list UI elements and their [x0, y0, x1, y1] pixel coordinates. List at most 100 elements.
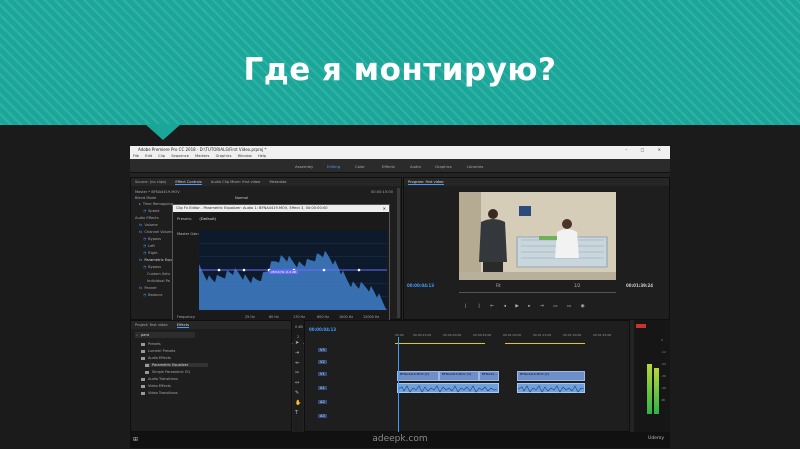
step-forward-icon[interactable]: ▸ [528, 304, 534, 309]
menu-help[interactable]: Help [258, 154, 266, 158]
mark-out-icon[interactable]: ❘ [477, 304, 485, 309]
overwrite-icon[interactable]: ▭ [567, 304, 575, 309]
hand-tool-icon[interactable]: ✋ [295, 400, 301, 406]
eq-band1-freq[interactable]: 25 Hz [245, 315, 255, 319]
tab-audio-clip-mixer[interactable]: Audio Clip Mixer: first video [211, 180, 260, 184]
eq-band3-freq[interactable]: 170 Hz [293, 315, 305, 319]
razor-tool-icon[interactable]: ✂ [295, 370, 299, 376]
effects-search-input[interactable]: ⌕ para [135, 332, 195, 338]
track-header-v2[interactable]: V2 [309, 357, 393, 369]
fx-row-parametric-eq[interactable]: fx Parametric Equ [139, 258, 172, 262]
workspace-audio[interactable]: Audio [410, 164, 421, 169]
eq-band3-gain[interactable]: 0 dB [295, 325, 303, 329]
timeline-ruler[interactable]: 00:00 00:00:15:00 00:00:30:00 00:00:45:0… [395, 333, 631, 339]
timeline-timecode[interactable]: 00:00:04:13 [309, 327, 336, 332]
audio-clip[interactable] [517, 383, 585, 393]
effects-item-video-transitions[interactable]: Video Transitions [141, 391, 178, 395]
meter-scale: 0 -12 -24 -36 -48 dB [661, 334, 666, 406]
program-scrub-bar[interactable] [459, 292, 616, 293]
ruler-tick: 00:00 [395, 333, 404, 337]
effects-item-parametric-equalizer[interactable]: Parametric Equalizer [145, 363, 209, 367]
insert-icon[interactable]: ▭ [553, 304, 561, 309]
type-tool-icon[interactable]: T [295, 410, 298, 416]
export-frame-icon[interactable]: ◉ [581, 304, 589, 309]
tab-effect-controls[interactable]: Effect Controls [175, 180, 202, 185]
fx-row-panner[interactable]: fx Panner [139, 286, 157, 290]
selection-tool-icon[interactable]: ➤ [295, 340, 299, 346]
video-clip[interactable]: BFNA4419.MOV [V] [517, 371, 585, 381]
fx-row-time-remapping[interactable]: ▸ Time Remapping [139, 202, 173, 206]
workspace-libraries[interactable]: Libraries [467, 164, 483, 169]
menu-edit[interactable]: Edit [145, 154, 152, 158]
eq-band6-freq[interactable]: 12000 Hz [363, 315, 379, 319]
effects-item-audio-effects[interactable]: Audio Effects [141, 356, 171, 360]
go-to-in-icon[interactable]: ⇤ [490, 304, 498, 309]
menu-sequence[interactable]: Sequence [171, 154, 189, 158]
program-quality[interactable]: 1/2 [574, 283, 580, 288]
blend-mode-value[interactable]: Normal [235, 196, 248, 200]
fx-row-volume[interactable]: fx Volume [139, 223, 158, 227]
eq-band5-freq[interactable]: 1000 Hz [339, 315, 353, 319]
step-back-icon[interactable]: ◂ [504, 304, 510, 309]
play-icon[interactable]: ▶ [515, 304, 522, 309]
slip-tool-icon[interactable]: ↔ [295, 380, 299, 386]
effects-item-video-effects[interactable]: Video Effects [141, 384, 171, 388]
track-select-icon[interactable]: ⇥ [295, 350, 299, 356]
eq-band-handle [242, 268, 246, 272]
program-zoom[interactable]: Fit [496, 283, 501, 288]
fx-row-right[interactable]: ◔ Right [143, 251, 158, 255]
program-monitor-title[interactable]: Program: first video [408, 180, 444, 185]
menu-window[interactable]: Window [238, 154, 252, 158]
fx-row-left[interactable]: ◔ Left [143, 244, 155, 248]
track-header-a1[interactable]: A1 [309, 383, 393, 395]
effects-item-simple-parametric-eq[interactable]: Simple Parametric EQ [145, 370, 190, 374]
tab-project[interactable]: Project: first video [135, 323, 168, 327]
track-header-v3[interactable]: V3 [309, 345, 393, 357]
fx-row-balance[interactable]: ◔ Balance [143, 293, 162, 297]
window-controls[interactable]: – □ ✕ [625, 146, 667, 153]
playhead[interactable] [398, 337, 399, 433]
effect-controls-scrollbar[interactable] [397, 188, 400, 318]
workspace-color[interactable]: Color [355, 164, 365, 169]
workspace-graphics[interactable]: Graphics [435, 164, 452, 169]
ripple-edit-icon[interactable]: ⟛ [295, 360, 300, 366]
mark-in-icon[interactable]: ❘ [464, 304, 472, 309]
tab-source[interactable]: Source: (no clips) [135, 180, 166, 184]
tab-effects[interactable]: Effects [176, 323, 190, 328]
menu-graphics[interactable]: Graphics [216, 154, 232, 158]
fx-row-eq-bypass[interactable]: ◔ Bypass [143, 265, 161, 269]
fx-row-individual-params[interactable]: Individual Pa [147, 279, 170, 283]
eq-presets[interactable]: Presets: (Default) [177, 216, 216, 221]
track-header-v1[interactable]: V1 [309, 369, 393, 381]
eq-band2-freq[interactable]: 60 Hz [269, 315, 279, 319]
fx-row-channel-volume[interactable]: fx Channel Volume [139, 230, 174, 234]
video-clip[interactable]: BFNA44... [479, 371, 499, 381]
close-icon[interactable]: ✕ [383, 205, 386, 212]
menu-clip[interactable]: Clip [158, 154, 165, 158]
track-header-a2[interactable]: A2 [309, 397, 393, 409]
program-timecode-in[interactable]: 00:00:04:13 [407, 283, 434, 288]
effects-item-audio-transitions[interactable]: Audio Transitions [141, 377, 178, 381]
fx-row-bypass[interactable]: ◔ Bypass [143, 237, 161, 241]
effects-item-presets[interactable]: Presets [141, 342, 161, 346]
track-header-a3[interactable]: A3 [309, 411, 393, 423]
work-area-bar[interactable] [505, 343, 585, 344]
eq-graph[interactable]: 283.6 Hz -6.4 dB [199, 230, 387, 310]
fx-row-custom-setup[interactable]: Custom Setu [147, 272, 170, 276]
go-to-out-icon[interactable]: ⇥ [540, 304, 548, 309]
pen-tool-icon[interactable]: ✎ [295, 390, 299, 396]
menu-markers[interactable]: Markers [195, 154, 209, 158]
video-clip[interactable]: BFNA4419.MOV [V] [439, 371, 479, 381]
audio-clip[interactable] [397, 383, 499, 393]
workspace-assembly[interactable]: Assembly [295, 164, 313, 169]
workspace-editing[interactable]: Editing [327, 164, 340, 169]
fx-row-speed[interactable]: ◔ Speed [143, 209, 159, 213]
tab-metadata[interactable]: Metadata [269, 180, 286, 184]
video-clip[interactable]: BFNA4419.MOV [V] [397, 371, 439, 381]
eq-band4-freq[interactable]: 600 Hz [317, 315, 329, 319]
work-area-bar[interactable] [395, 343, 485, 344]
eq-presets-value[interactable]: (Default) [199, 216, 216, 221]
effects-item-lumetri-presets[interactable]: Lumetri Presets [141, 349, 175, 353]
menu-file[interactable]: File [133, 154, 139, 158]
workspace-effects[interactable]: Effects [382, 164, 395, 169]
